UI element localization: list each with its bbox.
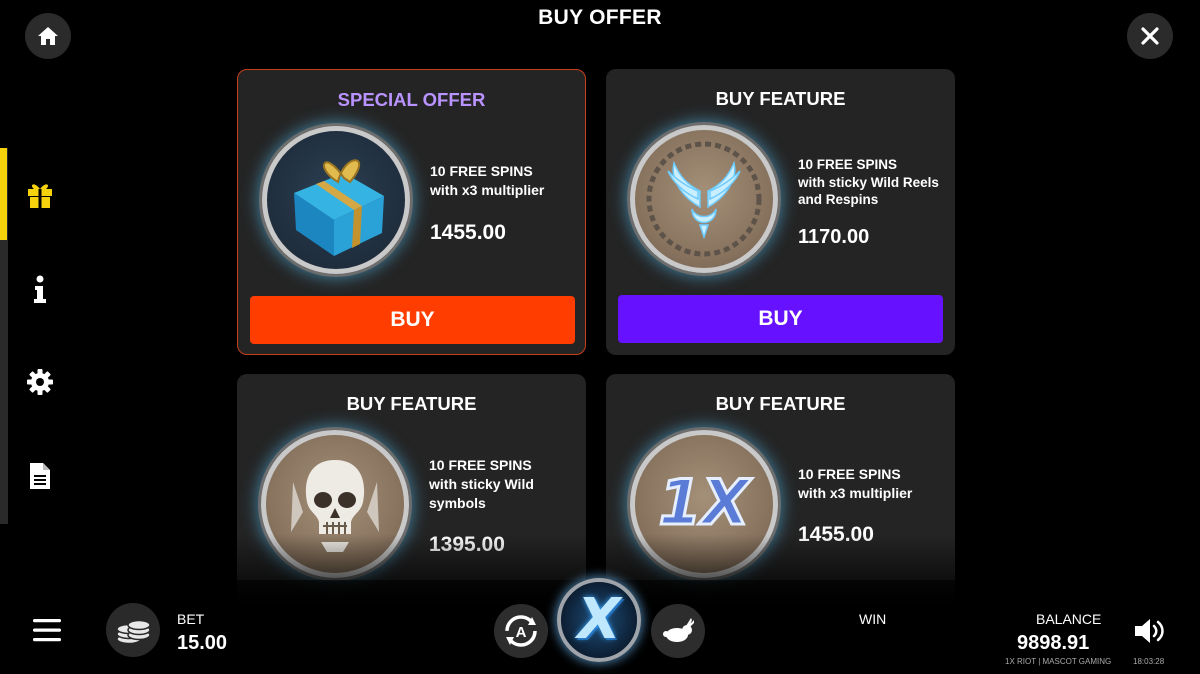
info-icon <box>34 275 46 303</box>
card-title: SPECIAL OFFER <box>337 89 486 110</box>
win-label: WIN <box>859 611 887 627</box>
svg-text:A: A <box>516 624 527 641</box>
feature-price: 1395.00 <box>429 533 505 556</box>
desc-line: 10 FREE SPINS <box>430 163 533 179</box>
footer-brand: 1X RIOT | MASCOT GAMING <box>1005 657 1112 666</box>
autoplay-icon: A <box>505 615 537 647</box>
spin-button[interactable]: X <box>557 578 641 662</box>
close-button[interactable] <box>1127 13 1173 59</box>
menu-icon[interactable] <box>33 618 61 642</box>
feature-medal: 1X <box>630 430 778 578</box>
special-offer-card: SPECIAL OFFER 10 FREE SPINS with x3 mult… <box>237 69 586 355</box>
feature-price: 1455.00 <box>798 523 874 546</box>
buy-feature-card: BUY FEATURE 10 FREE SPINS with sticky Wi… <box>606 69 955 355</box>
desc-line: with sticky Wild Reels <box>798 174 939 190</box>
skull-icon <box>291 460 379 552</box>
card-title: BUY FEATURE <box>715 393 846 414</box>
side-menu-active-indicator <box>0 148 7 240</box>
desc-line: with sticky Wild <box>429 476 534 492</box>
close-icon <box>1141 27 1159 45</box>
bet-button[interactable] <box>106 603 160 657</box>
feature-medal <box>630 125 778 273</box>
clock: 18:03:28 <box>1133 657 1165 666</box>
feature-medal <box>261 430 409 578</box>
bet-label: BET <box>177 611 205 627</box>
side-item-gift[interactable] <box>24 178 56 210</box>
turbo-rabbit-icon <box>663 618 694 642</box>
offer-description: 10 FREE SPINS with x3 multiplier <box>430 162 580 200</box>
desc-line: 10 FREE SPINS <box>429 457 532 473</box>
feature-description: 10 FREE SPINS with sticky Wild Reels and… <box>798 156 948 209</box>
feature-price: 1170.00 <box>798 226 870 248</box>
home-button[interactable] <box>25 13 71 59</box>
settings-gear-icon <box>27 369 53 395</box>
gift-icon <box>28 184 52 208</box>
bet-value: 15.00 <box>177 632 228 654</box>
wings-emblem-icon <box>646 141 762 257</box>
sound-button[interactable] <box>1133 617 1167 645</box>
feature-description: 10 FREE SPINS with x3 multiplier <box>798 465 948 503</box>
buy-feature-button[interactable]: BUY <box>618 295 943 343</box>
feature-description: 10 FREE SPINS with sticky Wild symbols <box>429 456 579 513</box>
side-item-settings[interactable] <box>24 366 56 398</box>
balance-label: BALANCE <box>1036 611 1102 627</box>
gift-box-icon <box>294 159 384 256</box>
turbo-button[interactable] <box>651 604 705 658</box>
1x-multiplier-icon: 1X <box>657 465 754 541</box>
page-title: BUY OFFER <box>538 6 662 29</box>
home-icon <box>38 27 58 45</box>
document-icon <box>30 463 50 489</box>
svg-text:1X: 1X <box>659 466 753 539</box>
desc-line: 10 FREE SPINS <box>798 466 901 482</box>
desc-line: and Respins <box>798 192 879 207</box>
offer-price: 1455.00 <box>430 221 506 244</box>
desc-line: symbols <box>429 495 486 511</box>
coin-stack-icon <box>116 619 151 645</box>
side-item-info[interactable] <box>24 273 56 305</box>
speaker-icon <box>1135 619 1164 643</box>
desc-line: with x3 multiplier <box>798 485 913 501</box>
offer-medal <box>262 126 410 274</box>
spin-button-icon: X <box>577 587 621 652</box>
autoplay-button[interactable]: A <box>494 604 548 658</box>
card-title: BUY FEATURE <box>346 393 477 414</box>
buy-feature-card: BUY FEATURE 1X 10 FREE SPINS with x3 mul… <box>606 374 955 604</box>
buy-feature-card: BUY FEATURE 10 FREE SPINS with sticky Wi… <box>237 374 586 604</box>
desc-line: 10 FREE SPINS <box>798 157 898 172</box>
balance-value: 9898.91 <box>1017 632 1090 654</box>
desc-line: with x3 multiplier <box>430 182 545 198</box>
buy-special-offer-button[interactable]: BUY <box>250 296 575 344</box>
side-item-document[interactable] <box>24 460 56 492</box>
card-title: BUY FEATURE <box>715 88 846 109</box>
